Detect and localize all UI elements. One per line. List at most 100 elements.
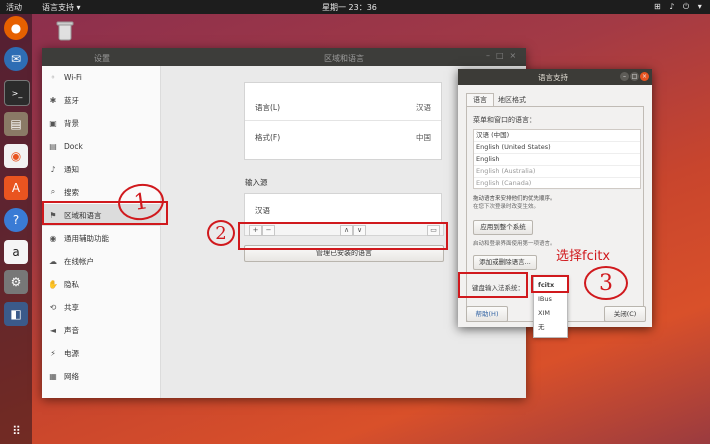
clock[interactable]: 星期一 23：36 (322, 2, 377, 13)
accessibility-icon: ◉ (49, 233, 57, 243)
annotation-box-manage (238, 222, 448, 250)
formats-label: 格式(F) (255, 133, 281, 142)
language-list-item[interactable]: English (Canada) (474, 178, 640, 190)
language-name: 汉语 (中国) (476, 131, 510, 139)
sidebar-item-8[interactable]: ☁ 在线帐户 (42, 250, 160, 272)
files-icon[interactable]: ▤ (4, 112, 28, 136)
language-value: 汉语 (416, 103, 431, 112)
sidebar-item-13[interactable]: ▦ 网络 (42, 365, 160, 387)
annotation-box-keyboard (458, 272, 528, 298)
language-row[interactable]: 语言(L) 汉语 (245, 93, 441, 119)
formats-value: 中国 (416, 133, 431, 142)
software-center-icon[interactable]: A (4, 176, 28, 200)
login-screen-hint: 启动和登录界面使用第一项语言。 (473, 241, 556, 247)
sidebar-item-label: 共享 (64, 302, 79, 312)
dialog-title: 语言支持 (538, 73, 568, 82)
sidebar-item-label: Dock (64, 141, 83, 151)
language-list-label: 菜单和窗口的语言： (473, 116, 536, 124)
settings-title: 设置 (94, 54, 110, 63)
sidebar-item-label: 隐私 (64, 279, 79, 289)
language-list: 汉语 (中国) English (United States) English Eng… (473, 129, 641, 190)
thunderbird-icon[interactable]: ✉ (4, 47, 28, 71)
app-menu[interactable]: 语言支持 ▾ (42, 2, 81, 13)
language-list-item[interactable]: English (Australia) (474, 166, 640, 178)
language-list-item[interactable]: English (474, 154, 640, 166)
amazon-icon[interactable]: a (4, 240, 28, 264)
system-tray[interactable]: ⊞ ♪ ⏻ ▾ (654, 2, 705, 12)
language-name: English (Canada) (476, 179, 532, 187)
sidebar-item-3[interactable]: ▤ Dock (42, 135, 160, 157)
sidebar-item-1[interactable]: ✱ 蓝牙 (42, 89, 160, 111)
sidebar-item-9[interactable]: ✋ 隐私 (42, 273, 160, 295)
sidebar: ◦ Wi-Fi ✱ 蓝牙 ▣ 背景 ▤ Dock ♪ 通知 ⌕ 搜索 ⚑ 区域和语言 ◉ 通用辅助功能 ☁ 在线帐… (42, 66, 161, 398)
sidebar-item-11[interactable]: ◄ 声音 (42, 319, 160, 341)
sidebar-item-2[interactable]: ▣ 背景 (42, 112, 160, 134)
sidebar-item-10[interactable]: ⟲ 共享 (42, 296, 160, 318)
sidebar-item-label: 通用辅助功能 (64, 233, 109, 243)
search-icon: ⌕ (50, 187, 56, 196)
language-support-icon[interactable]: ◧ (4, 302, 28, 326)
trash-icon[interactable] (56, 20, 74, 42)
sidebar-item-0[interactable]: ◦ Wi-Fi (42, 66, 160, 88)
language-format-card: 语言(L) 汉语 格式(F) 中国 (244, 82, 442, 160)
install-remove-languages-button[interactable]: 添加或删除语言... (473, 255, 537, 270)
input-sources-title: 输入源 (245, 178, 268, 187)
sidebar-item-label: 在线帐户 (64, 256, 94, 266)
sound-icon: ◄ (49, 325, 57, 335)
privacy-icon: ✋ (48, 279, 58, 289)
language-name: English (United States) (476, 143, 551, 151)
tab-language[interactable]: 语言 (466, 93, 494, 106)
close-icon[interactable]: × (640, 72, 649, 81)
drag-hint: 拖动语言来安排他们的优先顺序。 (473, 196, 556, 202)
annotation-circle-2: 2 (207, 220, 235, 246)
help-icon[interactable]: ? (4, 208, 28, 232)
rhythmbox-icon[interactable]: ◉ (4, 144, 28, 168)
sidebar-item-label: 搜索 (64, 187, 79, 197)
input-sources-list: 汉语 (244, 193, 442, 225)
minimize-icon[interactable]: – (620, 72, 629, 81)
tab-regional-formats[interactable]: 地区格式 (498, 95, 526, 105)
language-name: English (476, 155, 500, 163)
firefox-icon[interactable]: ● (4, 16, 28, 40)
apply-system-wide-button[interactable]: 应用到整个系统 (473, 220, 533, 235)
settings-gear-icon[interactable]: ⚙ (4, 270, 28, 294)
bluetooth-icon: ✱ (49, 95, 57, 105)
annotation-box-fcitx (531, 275, 569, 293)
help-button[interactable]: 帮助(H) (466, 306, 508, 322)
power-icon: ⚡ (50, 348, 56, 358)
dock: ● ✉ >_ ▤ ◉ A ? a ⚙ ◧ ⠿ (0, 14, 32, 444)
share-icon: ⟲ (49, 302, 57, 312)
sidebar-item-4[interactable]: ♪ 通知 (42, 158, 160, 180)
region-title: 区域和语言 (324, 54, 364, 63)
sidebar-item-label: 网络 (64, 371, 79, 381)
input-source-item[interactable]: 汉语 (255, 205, 270, 216)
dock-icon: ▤ (49, 141, 57, 151)
terminal-icon[interactable]: >_ (4, 80, 30, 106)
language-list-item[interactable]: English (United States) (474, 142, 640, 154)
annotation-circle-3: 3 (584, 266, 628, 300)
sidebar-item-7[interactable]: ◉ 通用辅助功能 (42, 227, 160, 249)
show-apps-icon[interactable]: ⠿ (6, 424, 26, 444)
sidebar-item-label: 电源 (64, 348, 79, 358)
close-button[interactable]: 关闭(C) (604, 306, 646, 322)
window-controls[interactable]: –□× (486, 51, 522, 60)
sidebar-item-12[interactable]: ⚡ 电源 (42, 342, 160, 364)
annotation-select-label: 选择fcitx (556, 249, 611, 264)
dropdown-option[interactable]: IBus (534, 292, 567, 306)
formats-row[interactable]: 格式(F) 中国 (245, 123, 441, 149)
activities-button[interactable]: 活动 (6, 2, 22, 13)
sidebar-item-label: 通知 (64, 164, 79, 174)
sidebar-item-label: Wi-Fi (64, 72, 82, 82)
dialog-header: 语言支持 – □ × (458, 69, 652, 85)
background-icon: ▣ (49, 118, 57, 128)
online-accounts-icon: ☁ (49, 256, 57, 266)
settings-header: 设置 区域和语言 –□× (42, 48, 526, 66)
dropdown-option[interactable]: XIM (534, 306, 567, 320)
dropdown-option[interactable]: 无 (534, 320, 567, 334)
language-list-item[interactable]: 汉语 (中国) (474, 130, 640, 142)
bell-icon: ♪ (50, 164, 56, 174)
maximize-icon[interactable]: □ (630, 72, 639, 81)
relogin-hint: 在您下次登录时改变生效。 (473, 204, 540, 210)
sidebar-item-label: 声音 (64, 325, 79, 335)
top-bar: 活动 语言支持 ▾ 星期一 23：36 ⊞ ♪ ⏻ ▾ (0, 0, 710, 14)
